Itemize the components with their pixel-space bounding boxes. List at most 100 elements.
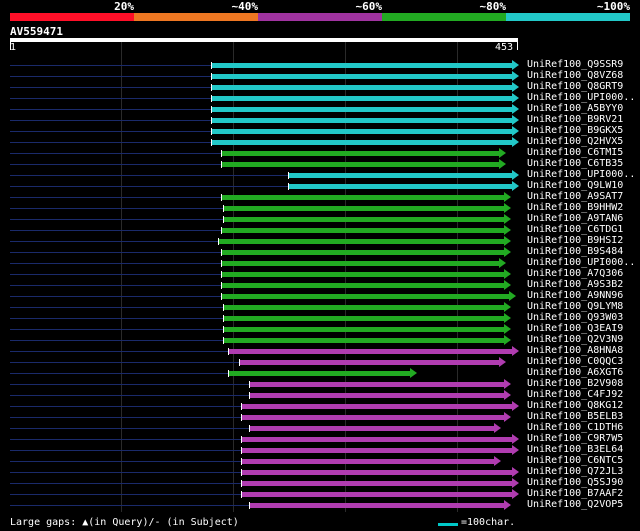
unaligned-line <box>10 263 221 264</box>
alignment-bar[interactable] <box>242 459 495 464</box>
legend-label: ~100% <box>596 0 630 13</box>
alignment-arrow-icon <box>504 236 512 246</box>
unaligned-line <box>10 406 242 407</box>
unaligned-line <box>10 494 242 495</box>
alignment-bar[interactable] <box>221 250 505 255</box>
alignment-arrow-icon <box>504 269 512 279</box>
alignment-bar[interactable] <box>221 162 500 167</box>
alignment-bar[interactable] <box>221 228 505 233</box>
alignment-bar[interactable] <box>242 415 505 420</box>
unaligned-line <box>10 230 221 231</box>
alignment-bar[interactable] <box>211 74 512 79</box>
legend-segment <box>134 13 258 21</box>
alignment-bar[interactable] <box>221 195 505 200</box>
alignment-arrow-icon <box>504 335 512 345</box>
alignment-arrow-icon <box>504 280 512 290</box>
alignment-bar[interactable] <box>242 437 512 442</box>
alignment-bar[interactable] <box>211 118 512 123</box>
alignment-bar[interactable] <box>211 63 512 68</box>
alignment-bar[interactable] <box>249 382 505 387</box>
alignment-bar[interactable] <box>224 305 505 310</box>
alignment-bar[interactable] <box>229 371 411 376</box>
unaligned-line <box>10 483 242 484</box>
alignment-bar[interactable] <box>221 283 505 288</box>
unaligned-line <box>10 373 229 374</box>
query-end: 453 <box>495 42 514 53</box>
alignment-arrow-icon <box>504 192 512 202</box>
alignment-bar[interactable] <box>242 404 512 409</box>
alignment-arrow-icon <box>512 181 519 191</box>
alignment-bar[interactable] <box>224 316 505 321</box>
alignment-bar[interactable] <box>242 448 512 453</box>
query-id: AV559471 <box>10 25 63 38</box>
alignment-arrow-icon <box>512 445 519 455</box>
alignment-bar[interactable] <box>242 470 512 475</box>
alignment-bar[interactable] <box>249 503 505 508</box>
alignment-arrow-icon <box>504 412 512 422</box>
alignment-arrow-icon <box>504 313 512 323</box>
legend-label: ~80% <box>479 0 507 13</box>
alignment-bar[interactable] <box>211 129 512 134</box>
alignment-arrow-icon <box>494 456 502 466</box>
alignment-bar[interactable] <box>289 184 512 189</box>
alignment-arrow-icon <box>504 214 512 224</box>
legend-segment <box>258 13 382 21</box>
alignment-arrow-icon <box>504 324 512 334</box>
alignment-bar[interactable] <box>289 173 512 178</box>
alignment-bar[interactable] <box>211 96 512 101</box>
unaligned-line <box>10 417 242 418</box>
alignment-bar[interactable] <box>242 481 512 486</box>
alignment-bar[interactable] <box>239 360 500 365</box>
alignment-arrow-icon <box>504 390 512 400</box>
alignment-bar[interactable] <box>211 107 512 112</box>
unaligned-line <box>10 362 239 363</box>
alignment-bar[interactable] <box>221 272 505 277</box>
alignment-bar[interactable] <box>224 206 505 211</box>
alignment-bar[interactable] <box>221 294 510 299</box>
alignment-bar[interactable] <box>249 426 495 431</box>
alignment-bar[interactable] <box>219 239 505 244</box>
alignment-bar[interactable] <box>224 327 505 332</box>
alignment-bar[interactable] <box>221 261 500 266</box>
unaligned-line <box>10 76 211 77</box>
alignment-arrow-icon <box>512 104 519 114</box>
unaligned-line <box>10 142 211 143</box>
hit-row[interactable]: UniRef100_Q2VOP5 <box>0 499 640 511</box>
alignment-bar[interactable] <box>211 85 512 90</box>
legend-label: ~60% <box>355 0 383 13</box>
unaligned-line <box>10 131 211 132</box>
query-bar <box>10 38 518 42</box>
unaligned-line <box>10 109 211 110</box>
alignment-bar[interactable] <box>229 349 512 354</box>
alignment-arrow-icon <box>512 489 519 499</box>
unaligned-line <box>10 472 242 473</box>
alignment-arrow-icon <box>504 225 512 235</box>
alignment-arrow-icon <box>410 368 418 378</box>
alignment-bar[interactable] <box>224 338 505 343</box>
alignment-bar[interactable] <box>211 140 512 145</box>
unaligned-line <box>10 296 221 297</box>
unaligned-line <box>10 318 224 319</box>
unaligned-line <box>10 285 221 286</box>
alignment-arrow-icon <box>512 434 519 444</box>
unaligned-line <box>10 461 242 462</box>
unaligned-line <box>10 219 224 220</box>
alignment-arrow-icon <box>512 93 519 103</box>
hit-label[interactable]: UniRef100_Q2VOP5 <box>527 499 623 511</box>
legend-segment <box>10 13 134 21</box>
alignment-arrow-icon <box>504 379 512 389</box>
legend-label: ~40% <box>231 0 259 13</box>
alignment-bar[interactable] <box>249 393 505 398</box>
unaligned-line <box>10 120 211 121</box>
legend-segment <box>506 13 630 21</box>
alignment-bar[interactable] <box>224 217 505 222</box>
unaligned-line <box>10 197 221 198</box>
unaligned-line <box>10 252 221 253</box>
unaligned-line <box>10 329 224 330</box>
query-start: 1 <box>10 42 17 53</box>
alignment-bar[interactable] <box>221 151 500 156</box>
alignment-bar[interactable] <box>242 492 512 497</box>
alignment-arrow-icon <box>512 478 519 488</box>
alignment-arrow-icon <box>499 258 507 268</box>
scale-label: =100char. <box>461 517 516 528</box>
